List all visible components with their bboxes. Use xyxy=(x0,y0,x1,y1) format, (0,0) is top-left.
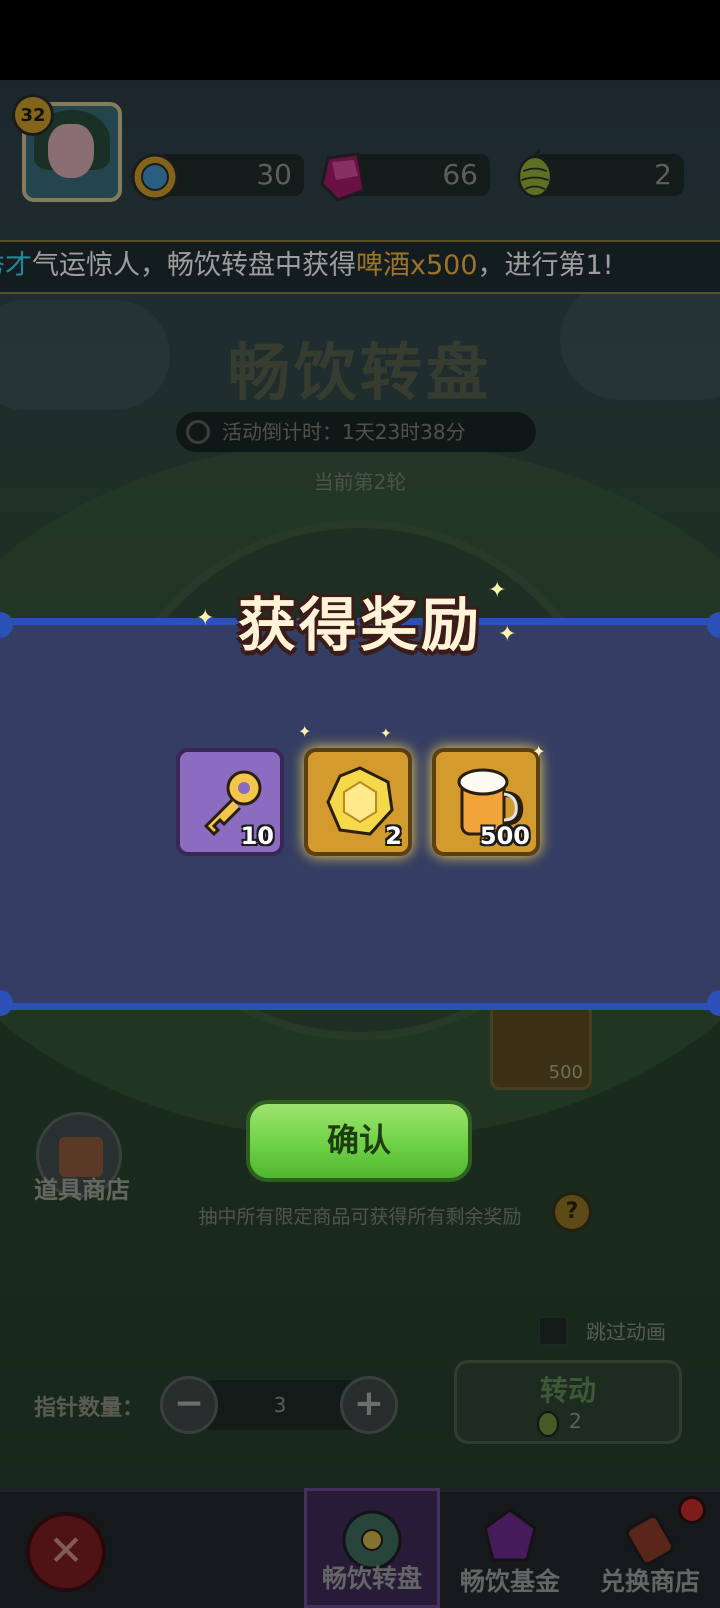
current-round: 当前第2轮 xyxy=(313,470,407,494)
level-badge: 32 xyxy=(12,94,54,136)
reward-item-beer[interactable]: 500 xyxy=(432,748,540,856)
rule-hint: 抽中所有限定商品可获得所有剩余奖励 xyxy=(198,1206,522,1228)
spin-cost: 2 xyxy=(569,1409,582,1433)
reward-count: 2 xyxy=(385,822,402,850)
sparkle-icon: ✦ xyxy=(498,622,517,647)
sparkle-icon: ✦ xyxy=(380,726,392,742)
skip-animation-label: 跳过动画 xyxy=(586,1320,666,1344)
countdown-text: 活动倒计时：1天23时38分 xyxy=(222,420,466,444)
ticker-text: 气运惊人，畅饮转盘中获得 xyxy=(32,250,356,281)
increment-button[interactable]: + xyxy=(340,1376,398,1434)
spin-label: 转动 xyxy=(539,1374,596,1407)
tab-label: 畅饮基金 xyxy=(459,1567,560,1596)
notification-dot xyxy=(678,1496,706,1524)
pointer-count-value: 3 xyxy=(273,1393,287,1417)
ticker-text-end: ，进行第1! xyxy=(477,250,614,281)
hop-icon xyxy=(517,148,553,198)
fund-gem-icon xyxy=(483,1508,537,1562)
ticker-reward: 啤酒x500 xyxy=(356,250,478,281)
item-shop-label: 道具商店 xyxy=(34,1176,130,1204)
confirm-button[interactable]: 确认 xyxy=(246,1100,472,1182)
exchange-shop-icon xyxy=(625,1514,675,1566)
gold-coin-icon xyxy=(131,153,179,201)
gem-icon xyxy=(320,152,366,202)
wheel-prize-beer: 500 xyxy=(490,1000,592,1090)
sparkle-icon: ✦ xyxy=(298,722,312,741)
hop-icon xyxy=(537,1411,559,1437)
sparkle-icon: ✦ xyxy=(532,742,546,761)
sparkle-icon: ✦ xyxy=(488,578,507,603)
pointer-count-label: 指针数量： xyxy=(34,1396,145,1421)
tab-label: 兑换商店 xyxy=(599,1567,700,1596)
wheel-title: 畅饮转盘 xyxy=(227,336,492,409)
spin-button[interactable]: 转动 2 xyxy=(454,1360,682,1444)
sparkle-icon: ✦ xyxy=(196,606,215,631)
reward-items: 10 2 500 xyxy=(176,748,546,858)
reward-item-key[interactable]: 10 xyxy=(176,748,284,856)
status-bar xyxy=(0,0,720,80)
ticker-player-name: 秀才 xyxy=(0,250,32,281)
clock-icon xyxy=(186,420,210,444)
reward-item-gem-coin[interactable]: 2 xyxy=(304,748,412,856)
wheel-prize-count: 500 xyxy=(548,1062,583,1083)
tab-drinking-wheel[interactable]: 畅饮转盘 xyxy=(304,1488,440,1608)
avatar-face xyxy=(48,124,94,178)
skip-animation-checkbox[interactable] xyxy=(538,1316,568,1346)
help-icon[interactable]: ? xyxy=(552,1192,592,1232)
reward-count: 10 xyxy=(240,822,274,850)
decrement-button[interactable]: − xyxy=(160,1376,218,1434)
close-button[interactable]: ✕ xyxy=(26,1512,106,1592)
countdown-timer: 活动倒计时：1天23时38分 xyxy=(176,412,536,452)
reward-title: 获得奖励 xyxy=(237,591,482,659)
tab-exchange-shop[interactable]: 兑换商店 xyxy=(580,1488,720,1608)
tab-drinking-fund[interactable]: 畅饮基金 xyxy=(440,1488,580,1608)
tab-label: 畅饮转盘 xyxy=(321,1564,422,1593)
broadcast-ticker: 秀才气运惊人，畅饮转盘中获得啤酒x500，进行第1! xyxy=(0,240,720,294)
reward-count: 500 xyxy=(479,822,530,850)
